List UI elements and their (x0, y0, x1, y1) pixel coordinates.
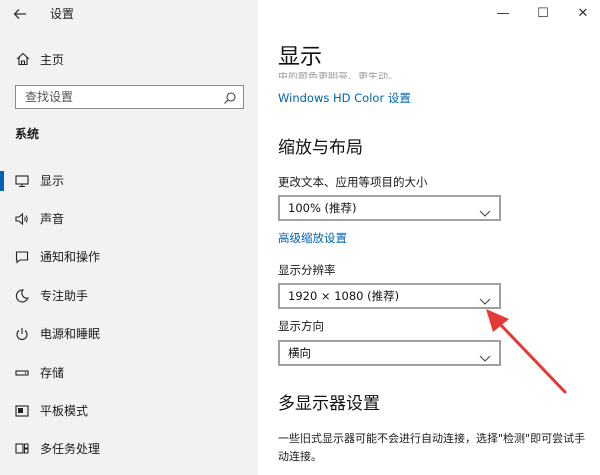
windows-hd-color-link[interactable]: Windows HD Color 设置 (278, 90, 411, 106)
resolution-dropdown[interactable]: 1920 × 1080 (推荐) (278, 283, 501, 309)
sidebar-item-tablet-mode[interactable]: 平板模式 (0, 399, 258, 423)
sidebar-item-home[interactable]: 主页 (0, 49, 258, 71)
resolution-label: 显示分辨率 (278, 263, 336, 277)
home-label: 主页 (40, 53, 65, 67)
sidebar-item-label: 通知和操作 (40, 250, 101, 264)
storage-icon (14, 365, 30, 381)
sidebar-item-focus-assist[interactable]: 专注助手 (0, 284, 258, 308)
scale-value: 100% (推荐) (288, 201, 357, 215)
multi-display-description: 一些旧式显示器可能不会进行自动连接，选择"检测"即可尝试手动连接。 (278, 432, 586, 463)
content-pane: — ☐ ✕ 显示 中的颜色更明亮、更生动。 Windows HD Color 设… (258, 0, 600, 475)
sidebar-item-power-sleep[interactable]: 电源和睡眠 (0, 322, 258, 346)
scale-layout-heading: 缩放与布局 (278, 138, 363, 158)
sidebar-item-storage[interactable]: 存储 (0, 361, 258, 385)
multitask-icon (14, 441, 30, 457)
moon-icon (14, 288, 30, 304)
page-title: 显示 (278, 45, 323, 70)
orientation-label: 显示方向 (278, 319, 324, 333)
chevron-down-icon (479, 348, 491, 362)
close-button[interactable]: ✕ (570, 4, 596, 24)
maximize-button[interactable]: ☐ (530, 4, 556, 24)
search-icon[interactable] (223, 90, 237, 104)
minimize-button[interactable]: — (490, 4, 516, 24)
settings-window: 设置 主页 查找设置 系统 显示 声音 通知和操作 专注助手 电源和睡眠 存储 … (0, 0, 600, 475)
active-indicator (0, 171, 4, 191)
advanced-scaling-link[interactable]: 高级缩放设置 (278, 230, 347, 246)
section-label-system: 系统 (15, 127, 40, 141)
hd-color-description: 中的颜色更明亮、更生动。 (278, 72, 398, 79)
sidebar-item-display[interactable]: 显示 (0, 169, 258, 193)
sidebar-item-notifications[interactable]: 通知和操作 (0, 245, 258, 269)
scale-dropdown[interactable]: 100% (推荐) (278, 195, 501, 221)
title-bar: 设置 (0, 0, 258, 28)
tablet-icon (14, 403, 30, 419)
speaker-icon (14, 211, 30, 227)
sidebar-item-multitasking[interactable]: 多任务处理 (0, 437, 258, 461)
sidebar-item-label: 多任务处理 (40, 442, 101, 456)
sidebar: 设置 主页 查找设置 系统 显示 声音 通知和操作 专注助手 电源和睡眠 存储 … (0, 0, 258, 475)
orientation-value: 横向 (288, 346, 311, 360)
search-placeholder: 查找设置 (25, 90, 74, 104)
multi-display-heading: 多显示器设置 (278, 394, 380, 414)
app-title: 设置 (50, 7, 75, 21)
orientation-dropdown[interactable]: 横向 (278, 340, 501, 366)
search-input[interactable]: 查找设置 (15, 85, 244, 109)
sidebar-item-label: 声音 (40, 212, 65, 226)
home-icon (15, 51, 31, 67)
sidebar-item-label: 存储 (40, 366, 65, 380)
notification-icon (14, 249, 30, 265)
chevron-down-icon (479, 291, 491, 305)
power-icon (14, 326, 30, 342)
sidebar-item-label: 平板模式 (40, 404, 89, 418)
sidebar-item-label: 显示 (40, 174, 65, 188)
resolution-value: 1920 × 1080 (推荐) (288, 289, 400, 303)
chevron-down-icon (479, 203, 491, 217)
sidebar-item-label: 专注助手 (40, 289, 89, 303)
sidebar-item-label: 电源和睡眠 (40, 327, 101, 341)
sidebar-item-sound[interactable]: 声音 (0, 207, 258, 231)
scale-label: 更改文本、应用等项目的大小 (278, 175, 428, 189)
monitor-icon (14, 173, 30, 189)
back-arrow-icon[interactable] (12, 6, 30, 22)
